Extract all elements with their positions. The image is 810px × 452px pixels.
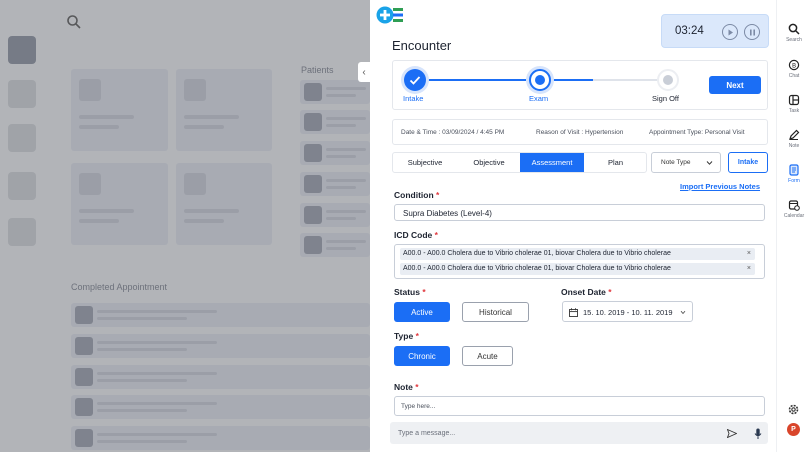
encounter-tabs: Subjective Objective Assessment Plan [392,152,647,173]
chevron-down-icon [680,310,686,315]
step-connector [426,79,526,81]
message-input[interactable]: Type a message... [390,422,768,444]
settings-icon[interactable] [787,403,800,416]
play-icon [728,29,733,35]
pause-button[interactable] [744,24,760,40]
condition-label: Condition * [394,190,440,200]
icd-code-label: ICD Code * [394,230,438,240]
note-label: Note * [394,382,419,392]
tab-objective[interactable]: Objective [457,153,521,172]
calendar-icon [788,200,800,211]
note-icon [789,129,800,140]
message-placeholder: Type a message... [398,430,456,437]
encounter-timer: 03:24 [661,14,769,48]
type-chronic-button[interactable]: Chronic [394,346,450,366]
svg-text:B: B [792,62,796,69]
step-label: Sign Off [652,94,679,103]
timer-value: 03:24 [675,25,704,37]
rail-note[interactable]: Note [777,129,810,149]
type-acute-button[interactable]: Acute [462,346,513,366]
status-historical-button[interactable]: Historical [462,302,529,322]
page-title: Encounter [392,38,452,53]
check-icon [409,76,421,85]
modal-backdrop [0,0,370,452]
remove-chip-icon[interactable]: × [747,263,751,275]
form-icon [789,164,799,176]
note-placeholder: Type here... [401,403,436,410]
microphone-icon[interactable] [754,428,762,440]
calendar-icon [569,308,578,317]
send-icon[interactable] [727,429,737,438]
step-exam[interactable] [529,69,551,91]
search-icon [788,23,800,35]
tab-subjective[interactable]: Subjective [393,153,457,172]
status-active-button[interactable]: Active [394,302,450,322]
encounter-panel: Encounter 03:24 Intake Exam Sign Off Nex… [370,0,776,452]
tab-plan[interactable]: Plan [584,153,647,172]
rail-search[interactable]: Search [777,23,810,43]
onset-date-label: Onset Date * [561,287,612,297]
tab-assessment[interactable]: Assessment [520,153,584,172]
import-previous-notes-link[interactable]: Import Previous Notes [680,182,760,191]
task-icon [788,94,800,106]
step-label: Exam [529,94,549,103]
note-type-select[interactable]: Note Type [651,152,721,173]
visit-reason: Reason of Visit : Hypertension [536,129,624,136]
collapse-panel-button[interactable]: ‹ [358,62,370,82]
rail-chat[interactable]: B Chat [777,59,810,79]
rail-form[interactable]: Form [777,164,810,184]
rail-task[interactable]: Task [777,94,810,114]
appointment-type: Appointment Type: Personal Visit [649,129,745,136]
condition-input[interactable]: Supra Diabetes (Level-4) [394,204,765,221]
icd-code-text: A00.0 - A00.0 Cholera due to Vibrio chol… [403,250,671,257]
pause-icon [749,29,755,35]
remove-chip-icon[interactable]: × [747,248,751,260]
chat-icon: B [788,59,800,71]
icd-code-text: A00.0 - A00.0 Cholera due to Vibrio chol… [403,265,671,272]
chevron-down-icon [706,161,713,165]
app-logo [376,6,403,24]
next-button[interactable]: Next [709,76,761,94]
step-connector [550,79,658,81]
play-button[interactable] [722,24,738,40]
onset-date-range-input[interactable]: 15. 10. 2019 - 10. 11. 2019 [562,301,693,322]
step-label: Intake [403,94,424,103]
rail-calendar[interactable]: Calendar [777,199,810,219]
type-label: Type * [394,331,419,341]
icd-code-field[interactable]: A00.0 - A00.0 Cholera due to Vibrio chol… [394,244,765,279]
icd-code-chip: A00.0 - A00.0 Cholera due to Vibrio chol… [400,263,755,275]
right-rail: Search B Chat Task Note Form Calendar P [776,0,810,452]
avatar[interactable]: P [787,423,800,436]
visit-info-bar: Date & Time : 03/09/2024 / 4:45 PM Reaso… [392,119,768,145]
step-intake[interactable] [404,69,426,91]
condition-value: Supra Diabetes (Level-4) [403,209,492,218]
note-type-value: Note Type [661,159,691,166]
intake-button[interactable]: Intake [728,152,768,173]
icd-code-chip: A00.0 - A00.0 Cholera due to Vibrio chol… [400,248,755,260]
step-sign-off[interactable] [657,69,679,91]
chevron-left-icon: ‹ [362,66,366,78]
status-label: Status * [394,287,426,297]
note-textarea[interactable]: Type here... [394,396,765,416]
onset-date-value: 15. 10. 2019 - 10. 11. 2019 [583,308,673,317]
visit-datetime: Date & Time : 03/09/2024 / 4:45 PM [401,129,505,136]
